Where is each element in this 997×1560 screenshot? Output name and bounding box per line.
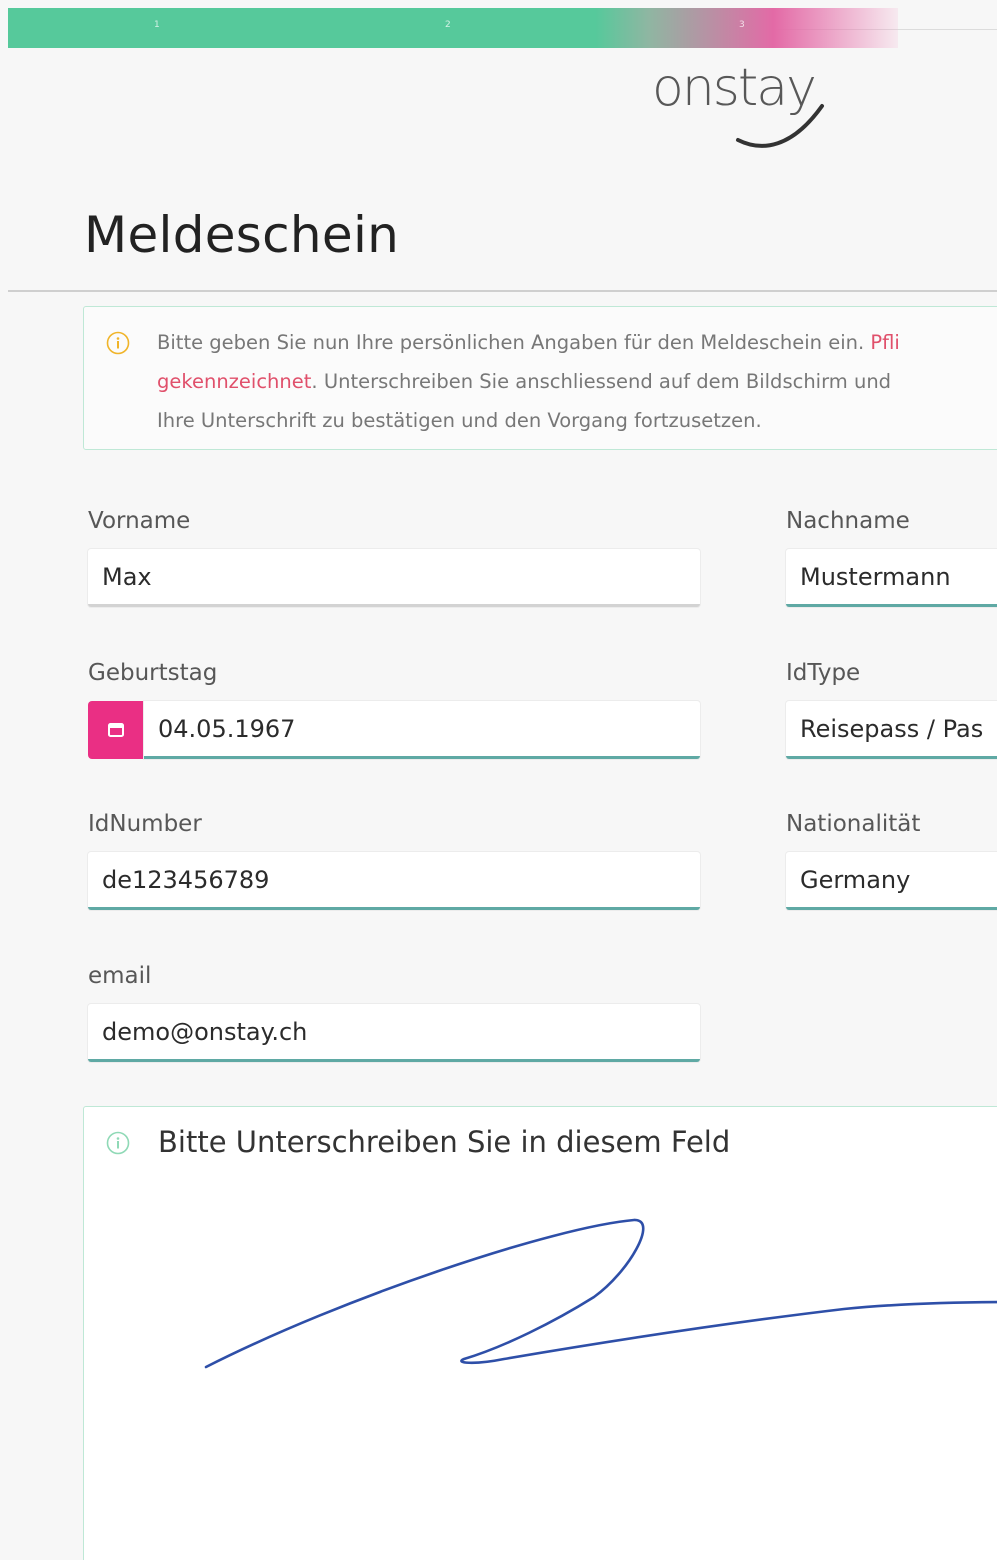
email-field[interactable] bbox=[88, 1004, 700, 1062]
progress-fill bbox=[8, 8, 899, 48]
title-divider bbox=[8, 290, 997, 292]
id-type-label: IdType bbox=[786, 660, 861, 686]
calendar-icon bbox=[108, 723, 124, 737]
logo-swoosh-icon bbox=[736, 104, 824, 148]
nationality-label: Nationalität bbox=[786, 811, 921, 837]
nationality-select[interactable] bbox=[786, 852, 997, 910]
signature-title: Bitte Unterschreiben Sie in diesem Feld bbox=[158, 1125, 731, 1159]
id-number-field[interactable] bbox=[88, 852, 700, 910]
birthday-field[interactable] bbox=[144, 701, 700, 759]
progress-step-1: 1 bbox=[154, 20, 160, 30]
signature-pad[interactable] bbox=[84, 1177, 997, 1560]
date-picker-button[interactable] bbox=[88, 701, 144, 759]
info-text-intro: Bitte geben Sie nun Ihre persönlichen An… bbox=[157, 331, 871, 354]
info-text-middle: . Unterschreiben Sie anschliessend auf d… bbox=[311, 370, 892, 393]
first-name-field[interactable] bbox=[88, 549, 700, 607]
progress-step-3: 3 bbox=[739, 20, 745, 30]
page-title: Meldeschein bbox=[84, 206, 400, 264]
id-number-label: IdNumber bbox=[88, 811, 202, 837]
info-circle-icon bbox=[106, 1131, 130, 1155]
signature-panel: Bitte Unterschreiben Sie in diesem Feld bbox=[83, 1106, 997, 1560]
info-text: Bitte geben Sie nun Ihre persönlichen An… bbox=[157, 323, 997, 440]
info-circle-icon bbox=[106, 331, 130, 355]
progress-bar: 1 2 3 bbox=[8, 8, 997, 48]
info-text-outro: Ihre Unterschrift zu bestätigen und den … bbox=[157, 409, 762, 432]
id-type-select[interactable] bbox=[786, 701, 997, 759]
last-name-field[interactable] bbox=[786, 549, 997, 607]
info-required-hint: Pfli bbox=[870, 331, 900, 354]
progress-step-2: 2 bbox=[445, 20, 451, 30]
email-label: email bbox=[88, 963, 152, 989]
page: 1 2 3 onstay Meldeschein Bitte geben Sie… bbox=[8, 8, 997, 1560]
first-name-label: Vorname bbox=[88, 508, 191, 534]
birthday-input-group bbox=[88, 701, 700, 759]
info-required-marker: gekennzeichnet bbox=[157, 370, 312, 393]
brand-logo: onstay bbox=[652, 58, 852, 158]
signature-stroke bbox=[204, 1218, 997, 1369]
last-name-label: Nachname bbox=[786, 508, 910, 534]
info-box: Bitte geben Sie nun Ihre persönlichen An… bbox=[83, 306, 997, 450]
birthday-label: Geburtstag bbox=[88, 660, 218, 686]
